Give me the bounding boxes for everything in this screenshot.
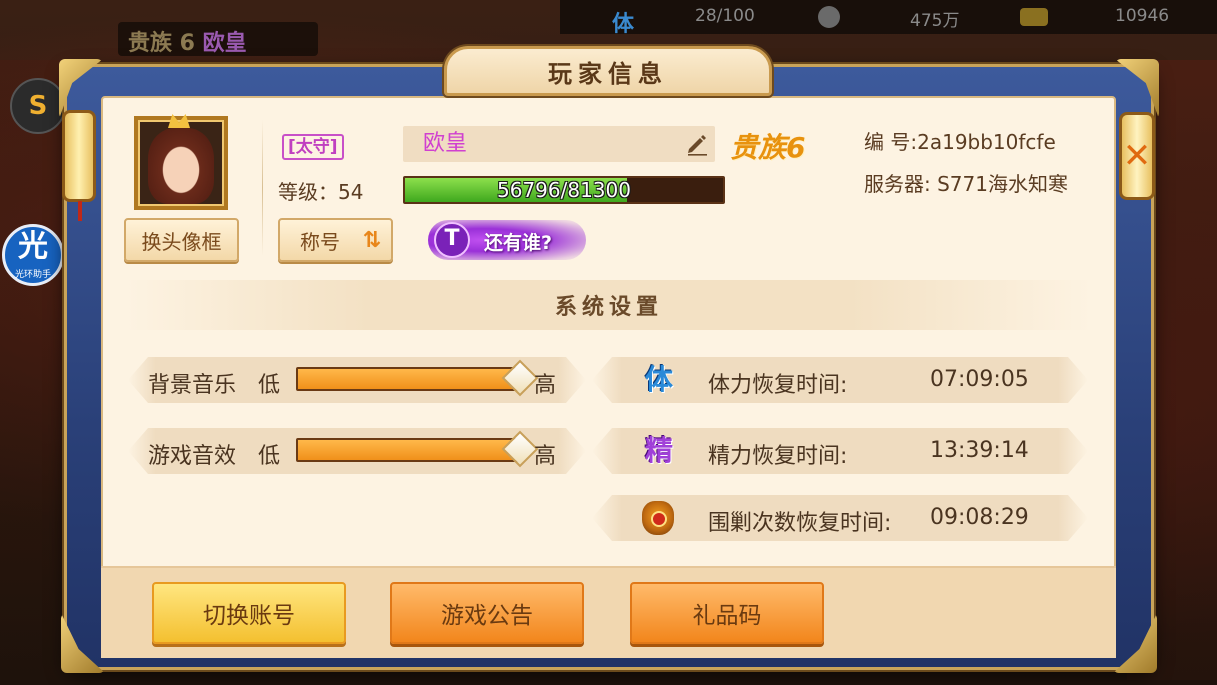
energy-icon: 精 — [644, 434, 673, 467]
close-button[interactable]: ✕ — [1119, 112, 1155, 200]
server-value: S771海水知寒 — [937, 172, 1068, 196]
energy-recovery-label: 精力恢复时间: — [708, 444, 848, 469]
avatar-portrait-icon — [148, 128, 214, 204]
player-id-key: 编 号: — [864, 130, 918, 154]
gift-code-button[interactable]: 礼品码 — [630, 582, 824, 644]
coin-icon — [818, 6, 840, 28]
frame-corner-ornament — [1115, 59, 1159, 119]
divider — [262, 120, 263, 256]
coins-resource-value: 475万 — [910, 11, 960, 31]
player-name-field[interactable]: 欧皇 — [403, 126, 715, 162]
honor-emblem-icon: T — [434, 222, 470, 258]
siege-token-icon — [642, 501, 674, 535]
background-left-decoration — [0, 60, 70, 680]
player-id-value: 2a19bb10fcfe — [917, 130, 1056, 154]
change-avatar-frame-button[interactable]: 换头像框 — [124, 218, 239, 262]
assistant-float-button[interactable]: 光 光环助手 — [2, 224, 64, 286]
music-volume-slider[interactable] — [296, 367, 522, 391]
siege-recovery-time: 09:08:29 — [930, 505, 1029, 530]
section-title: 系统设置 — [554, 295, 663, 320]
avatar-frame-crown-icon — [168, 114, 190, 128]
player-name: 欧皇 — [423, 131, 468, 156]
honor-title-text: 还有谁? — [484, 232, 553, 254]
background-music-setting: 背景音乐 低 高 — [128, 357, 586, 403]
sfx-low-label: 低 — [258, 444, 281, 469]
title-button-label: 称号 — [300, 229, 340, 254]
background-player-name: 欧皇 — [202, 31, 247, 56]
gamepad-icon: S — [28, 91, 48, 121]
gamepad-button[interactable]: S — [10, 78, 66, 134]
gold-ingot-icon — [1020, 8, 1048, 26]
lantern-ornament-icon — [62, 110, 96, 221]
server-info: 服务器: S771海水知寒 — [864, 168, 1068, 197]
music-label: 背景音乐 — [148, 373, 237, 398]
music-slider-handle[interactable] — [502, 360, 539, 397]
switch-account-button[interactable]: 切换账号 — [152, 582, 346, 644]
music-low-label: 低 — [258, 373, 281, 398]
energy-recovery-time: 13:39:14 — [930, 438, 1029, 463]
close-icon: ✕ — [1122, 136, 1152, 176]
announcement-button[interactable]: 游戏公告 — [390, 582, 584, 644]
music-high-label: 高 — [534, 373, 557, 398]
stamina-resource-value: 28/100 — [695, 6, 755, 26]
frame-corner-ornament — [1113, 613, 1157, 673]
switch-account-label: 切换账号 — [203, 603, 295, 629]
gift-code-label: 礼品码 — [692, 603, 762, 629]
experience-text: 56796/81300 — [497, 178, 631, 202]
gold-resource-value: 10946 — [1115, 6, 1170, 26]
sfx-slider-handle[interactable] — [502, 431, 539, 468]
siege-recovery-label: 围剿次数恢复时间: — [708, 511, 892, 536]
system-settings-header: 系统设置 — [126, 280, 1092, 330]
player-level: 等级：54 — [278, 180, 364, 204]
dialog-title: 玩家信息 — [548, 59, 668, 88]
official-rank-badge: [太守] — [282, 134, 344, 160]
stamina-recovery-time: 07:09:05 — [930, 367, 1029, 392]
announcement-label: 游戏公告 — [441, 603, 533, 629]
dialog-title-tab: 玩家信息 — [444, 46, 772, 96]
stamina-resource-icon: 体 — [612, 12, 635, 37]
sound-effects-setting: 游戏音效 低 高 — [128, 428, 586, 474]
experience-bar: 56796/81300 — [403, 176, 725, 204]
music-slider-fill — [298, 369, 520, 389]
sfx-high-label: 高 — [534, 444, 557, 469]
refresh-icon: ⇅ — [362, 228, 381, 253]
stamina-recovery-row: 体 体力恢复时间: 07:09:05 — [592, 357, 1088, 403]
background-player-title: 贵族 6 欧皇 — [118, 22, 318, 56]
stamina-recovery-label: 体力恢复时间: — [708, 373, 848, 398]
noble-level-label: 贵族6 — [730, 131, 806, 164]
sfx-slider-fill — [298, 440, 520, 460]
assistant-label: 光环助手 — [14, 270, 51, 280]
honor-title-badge[interactable]: T 还有谁? — [428, 220, 586, 260]
assistant-icon: 光 — [18, 229, 48, 264]
background-noble-label: 贵族 6 — [128, 31, 195, 56]
sfx-volume-slider[interactable] — [296, 438, 522, 462]
siege-recovery-row: 围剿次数恢复时间: 09:08:29 — [592, 495, 1088, 541]
title-button[interactable]: 称号 ⇅ — [278, 218, 393, 262]
avatar[interactable] — [134, 114, 228, 210]
server-key: 服务器: — [864, 172, 931, 196]
stamina-icon: 体 — [644, 363, 673, 396]
energy-recovery-row: 精 精力恢复时间: 13:39:14 — [592, 428, 1088, 474]
frame-corner-ornament — [61, 613, 105, 673]
sfx-label: 游戏音效 — [148, 444, 237, 469]
edit-name-icon[interactable] — [685, 132, 709, 156]
player-id: 编 号:2a19bb10fcfe — [864, 126, 1056, 155]
change-avatar-frame-label: 换头像框 — [141, 229, 222, 254]
background-resource-bar: 体 28/100 475万 10946 — [560, 0, 1217, 37]
